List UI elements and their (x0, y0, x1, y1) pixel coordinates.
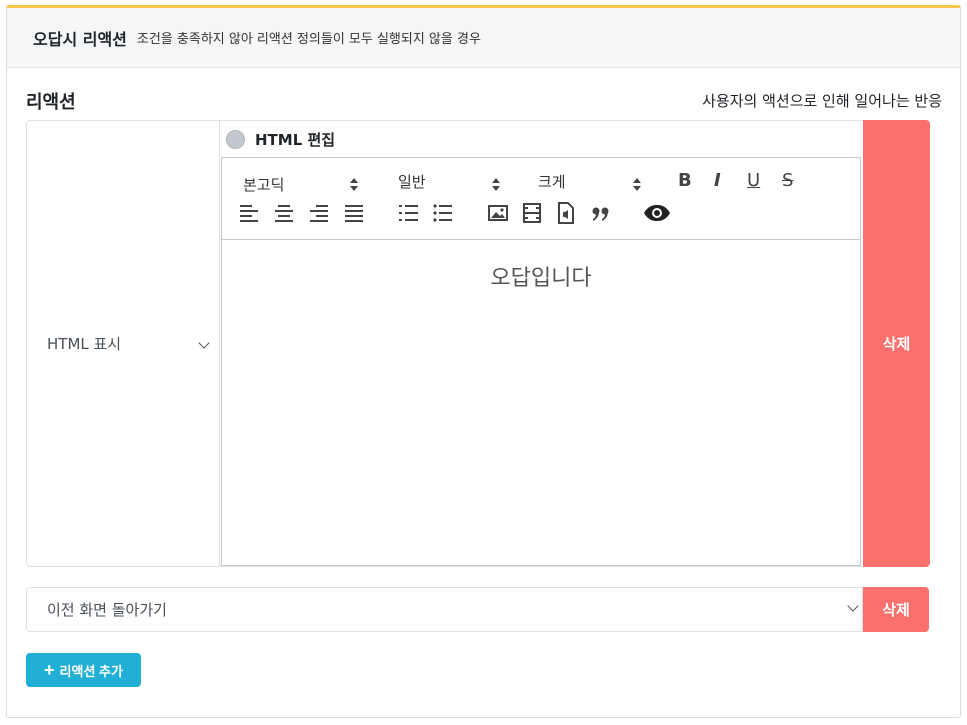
video-icon[interactable] (521, 202, 543, 224)
image-icon[interactable] (487, 202, 509, 224)
blockquote-icon[interactable] (590, 202, 612, 224)
html-editor-area: HTML 편집 본고딕 일반 크게 B I U S 오답입니다 (220, 121, 863, 566)
font-select-arrows-icon (350, 178, 358, 192)
align-justify-icon[interactable] (343, 202, 365, 224)
delete-reaction-button-2[interactable]: 삭제 (863, 587, 929, 632)
rich-text-editor: 본고딕 일반 크게 B I U S 오답입니다 (221, 157, 861, 566)
card-description: 조건을 충족하지 않아 리액션 정의들이 모두 실행되지 않을 경우 (136, 32, 481, 47)
add-reaction-button[interactable]: + 리액션 추가 (26, 653, 141, 687)
editor-toolbar: 본고딕 일반 크게 B I U S (222, 158, 860, 240)
align-center-icon[interactable] (273, 202, 295, 224)
italic-icon[interactable]: I (714, 170, 721, 191)
size-select[interactable]: 크게 (538, 171, 566, 192)
align-left-icon[interactable] (238, 202, 260, 224)
size-select-arrows-icon (633, 178, 641, 192)
reaction-type-select[interactable]: HTML 표시 (27, 121, 220, 566)
html-edit-checkbox[interactable] (226, 129, 245, 149)
plus-icon: + (44, 660, 55, 680)
card-header: 오답시 리액션 조건을 충족하지 않아 리액션 정의들이 모두 실행되지 않을 … (7, 8, 960, 68)
reaction-type-label-2: 이전 화면 돌아가기 (47, 601, 167, 619)
audio-file-icon[interactable] (555, 202, 577, 224)
strike-icon[interactable]: S (782, 170, 793, 191)
editor-content-text: 오답입니다 (490, 266, 592, 291)
add-reaction-label: 리액션 추가 (59, 663, 123, 679)
html-edit-label: HTML 편집 (255, 130, 336, 149)
card-title: 오답시 리액션 (33, 29, 127, 49)
underline-icon[interactable]: U (747, 170, 760, 191)
bold-icon[interactable]: B (678, 170, 692, 191)
editor-content-area[interactable]: 오답입니다 (222, 240, 860, 565)
style-select[interactable]: 일반 (398, 171, 426, 192)
html-edit-toggle[interactable]: HTML 편집 (220, 121, 863, 157)
delete-reaction-button[interactable]: 삭제 (863, 120, 930, 567)
align-right-icon[interactable] (308, 202, 330, 224)
chevron-down-icon (198, 337, 210, 349)
style-select-arrows-icon (492, 178, 500, 192)
bullet-list-icon[interactable] (432, 202, 454, 224)
section-hint: 사용자의 액션으로 인해 일어나는 반응 (702, 92, 942, 110)
section-title: 리액션 (26, 92, 76, 113)
reaction-type-label: HTML 표시 (47, 335, 122, 353)
reaction-item-html: HTML 표시 HTML 편집 본고딕 일반 크게 B I U S 오답입니다 … (26, 120, 930, 567)
reaction-type-select-2[interactable]: 이전 화면 돌아가기 (26, 587, 863, 632)
preview-eye-icon[interactable] (643, 202, 671, 224)
chevron-down-icon (847, 600, 859, 612)
ordered-list-icon[interactable] (398, 202, 420, 224)
font-select[interactable]: 본고딕 (243, 174, 284, 195)
